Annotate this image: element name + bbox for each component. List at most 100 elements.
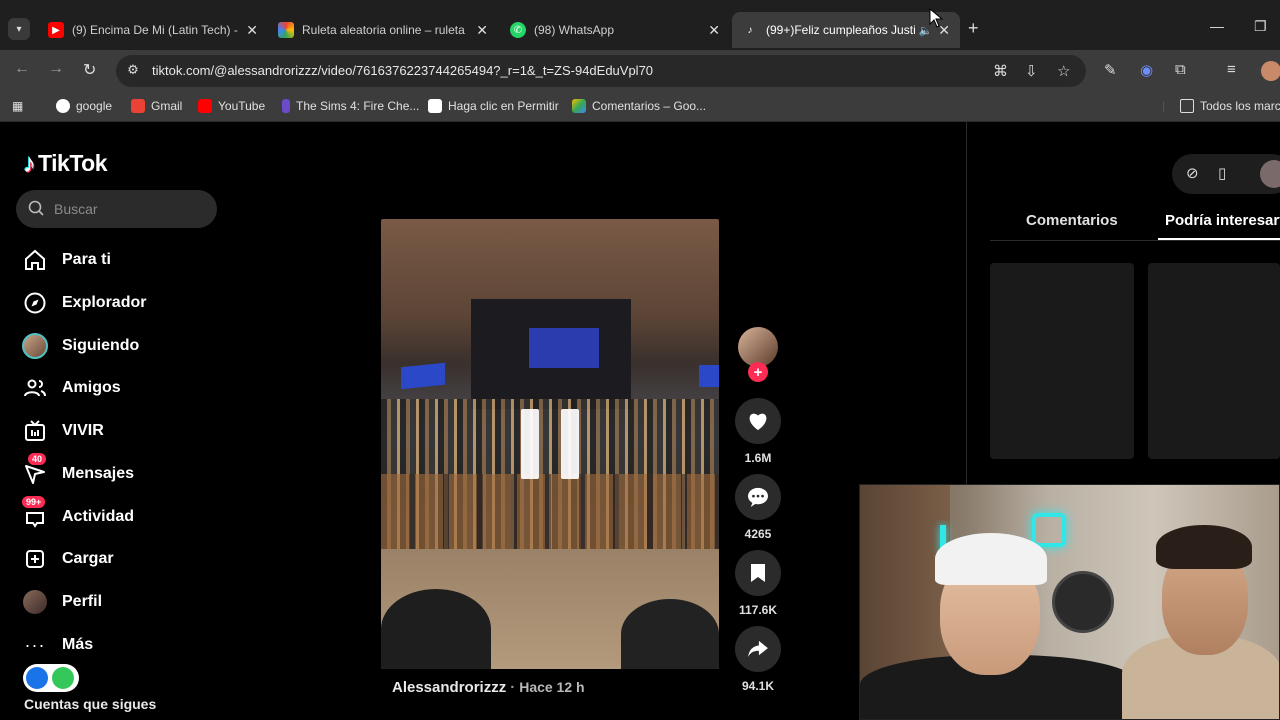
comment-count: 4265	[744, 527, 772, 541]
address-bar[interactable]: ⚙ tiktok.com/@alessandrorizzz/video/7616…	[116, 55, 1086, 87]
tabs-divider	[990, 240, 1280, 241]
puzzle-extensions-icon[interactable]: ⧉	[1175, 61, 1186, 78]
save-button[interactable]	[735, 550, 781, 596]
bookmark-comentarios[interactable]: Comentarios – Goo...	[572, 99, 706, 113]
bookmark-star-icon[interactable]: ☆	[1057, 62, 1070, 80]
bookmark-label: Comentarios – Goo...	[592, 99, 707, 113]
save-count: 117.6K	[738, 603, 778, 617]
bookmark-label: Todos los marc	[1200, 99, 1280, 113]
bookmark-youtube[interactable]: YouTube	[198, 99, 265, 113]
comment-button[interactable]	[735, 474, 781, 520]
wheel-icon	[278, 22, 294, 38]
gmail-icon	[131, 99, 145, 113]
person-right-hair	[1156, 525, 1252, 569]
search-icon	[28, 200, 44, 216]
bookmark-label: google	[76, 99, 113, 113]
restore-icon[interactable]: ❐	[1254, 18, 1267, 35]
menu-item-cargar[interactable]: Cargar	[20, 542, 220, 576]
bookmark-gmail[interactable]: Gmail	[131, 99, 182, 113]
person-left-cap	[935, 533, 1047, 585]
minimize-icon[interactable]: —	[1210, 18, 1224, 34]
close-icon[interactable]: ✕	[476, 22, 488, 39]
menu-item-mas[interactable]: ··· Más	[20, 628, 220, 662]
menu-item-perfil[interactable]: Perfil	[20, 585, 220, 619]
menu-item-vivir[interactable]: VIVIR	[20, 414, 220, 448]
apps-grid-icon[interactable]: ▦	[12, 99, 23, 113]
new-tab-plus-icon[interactable]: +	[968, 18, 979, 39]
notification-badge: 99+	[22, 496, 46, 508]
install-app-icon[interactable]: ⇩	[1025, 62, 1038, 80]
header-actions: ⊘ ▯	[1172, 154, 1280, 194]
like-button[interactable]	[735, 398, 781, 444]
video-player[interactable]	[381, 219, 719, 669]
author-name[interactable]: Alessandrorizzz	[392, 679, 506, 696]
divider: |	[1162, 99, 1166, 113]
extension-icon[interactable]: ◉	[1140, 61, 1153, 79]
phone-icon[interactable]: ▯	[1218, 164, 1226, 182]
menu-label: Perfil	[62, 593, 103, 610]
menu-label: Más	[62, 636, 94, 653]
sims-plumbob-icon	[282, 99, 290, 113]
tab-comentarios[interactable]: Comentarios	[1026, 212, 1118, 229]
profile-avatar[interactable]	[1261, 61, 1280, 81]
menu-item-actividad[interactable]: 99+ Actividad	[20, 496, 220, 534]
bookmark-google[interactable]: google	[56, 99, 112, 113]
translate-icon[interactable]: ⌘	[993, 62, 1008, 80]
pen-extension-icon[interactable]: ✎	[1104, 61, 1117, 79]
share-button[interactable]	[735, 626, 781, 672]
bookmark-sims[interactable]: The Sims 4: Fire Che...	[282, 99, 419, 113]
google-icon	[56, 99, 70, 113]
site-info-icon[interactable]: ⚙	[124, 62, 142, 80]
reload-icon[interactable]: ↻	[83, 60, 96, 80]
menu-item-amigos[interactable]: Amigos	[20, 371, 220, 405]
live-tv-icon	[20, 416, 50, 446]
compass-icon[interactable]: ⊘	[1186, 164, 1199, 182]
pause-icon[interactable]	[521, 409, 579, 479]
suggested-video-placeholder[interactable]	[1148, 263, 1280, 459]
share-arrow-icon	[748, 640, 768, 658]
close-icon[interactable]: ✕	[708, 22, 720, 39]
following-accounts-heading: Cuentas que sigues	[24, 696, 157, 712]
tab-podria-interesarte[interactable]: Podría interesarte	[1165, 212, 1280, 229]
close-icon[interactable]: ✕	[246, 22, 258, 39]
video-frame-screen	[528, 327, 600, 369]
user-avatar[interactable]	[1260, 160, 1280, 188]
tab-youtube[interactable]: ▶ (9) Encima De Mi (Latin Tech) - ✕	[38, 14, 268, 46]
folder-icon	[1180, 99, 1194, 113]
media-control-icon[interactable]: ≡	[1227, 61, 1236, 78]
extension-toggle[interactable]	[23, 664, 79, 692]
tab-search-chevron-icon[interactable]: ▾	[8, 18, 30, 40]
webcam-overlay	[859, 484, 1280, 720]
tab-tiktok[interactable]: ♪ (99+)Feliz cumpleaños Justi 🔈 ✕	[732, 12, 960, 48]
whatsapp-icon: ✆	[510, 22, 526, 38]
url-text[interactable]: tiktok.com/@alessandrorizzz/video/761637…	[152, 63, 653, 78]
suggested-video-placeholder[interactable]	[990, 263, 1134, 459]
menu-label: Siguiendo	[62, 337, 140, 354]
forward-arrow-icon[interactable]: →	[48, 60, 64, 78]
bookmark-permitir[interactable]: Haga clic en Permitir	[428, 99, 559, 113]
bookmark-label: YouTube	[218, 99, 266, 113]
menu-label: Explorador	[62, 294, 147, 311]
bookmark-all-folder[interactable]: Todos los marc	[1180, 99, 1280, 113]
tab-whatsapp[interactable]: ✆ (98) WhatsApp ✕	[500, 14, 730, 46]
video-frame-person	[621, 599, 719, 669]
menu-item-mensajes[interactable]: 40 Mensajes	[20, 453, 220, 491]
menu-label: VIVIR	[62, 422, 104, 439]
back-arrow-icon[interactable]: ←	[14, 60, 30, 78]
search-input[interactable]	[54, 199, 204, 219]
bookmark-label: The Sims 4: Fire Che...	[296, 99, 420, 113]
search-box[interactable]	[16, 190, 217, 228]
friends-icon	[20, 373, 50, 403]
drive-icon	[572, 99, 586, 113]
menu-item-siguiendo[interactable]: Siguiendo	[20, 329, 220, 363]
heart-icon	[749, 413, 767, 431]
following-avatar-icon	[20, 331, 50, 361]
share-count: 94.1K	[741, 679, 775, 693]
tiktok-logo[interactable]: ♪ TikTok	[23, 148, 108, 179]
tab-title: (9) Encima De Mi (Latin Tech) -	[72, 23, 238, 37]
menu-item-para-ti[interactable]: Para ti	[20, 243, 220, 277]
tab-ruleta[interactable]: Ruleta aleatoria online – ruleta ✕	[268, 14, 498, 46]
menu-item-explorador[interactable]: Explorador	[20, 286, 220, 320]
creator-avatar[interactable]	[738, 327, 778, 367]
follow-plus-icon[interactable]: +	[748, 362, 768, 382]
